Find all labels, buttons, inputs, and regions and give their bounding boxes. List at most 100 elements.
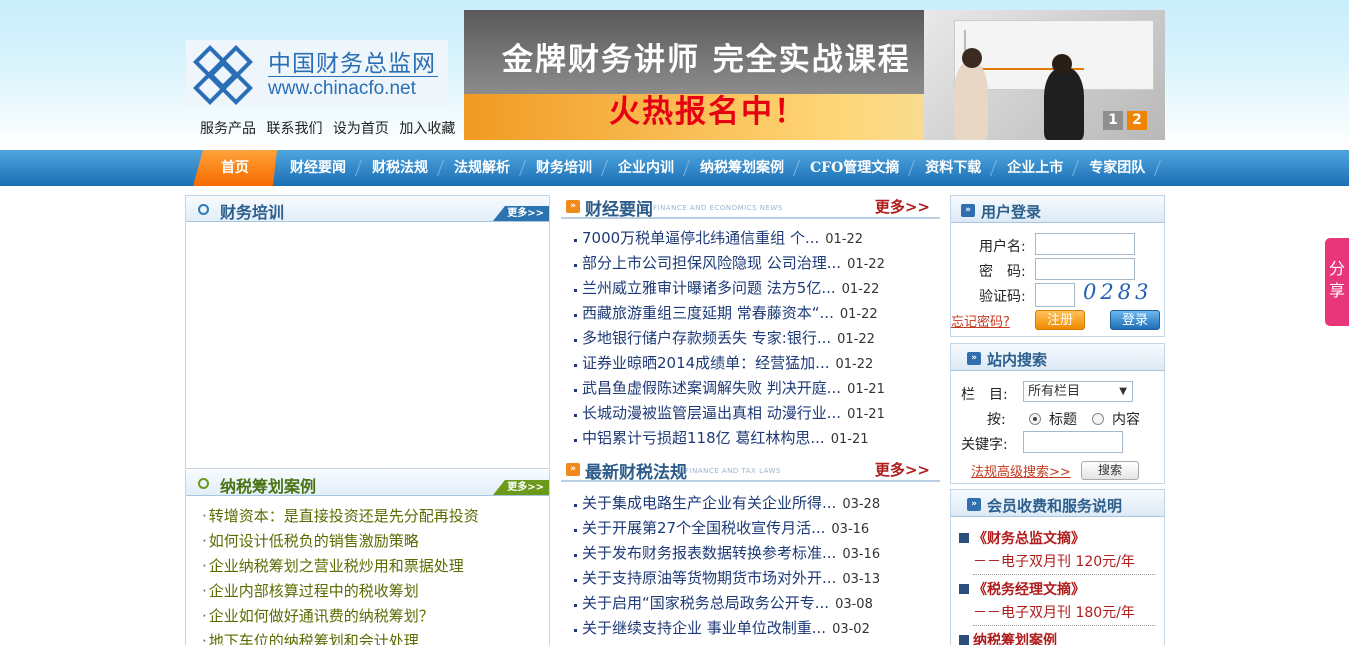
list-item[interactable]: 多地银行储户存款频丢失 专家:银行... 01-22 — [570, 326, 940, 351]
share-tab[interactable]: 分享 — [1325, 238, 1349, 326]
list-item[interactable]: 证券业晾晒2014成绩单：经营猛加... 01-22 — [570, 351, 940, 376]
list-item[interactable]: 武昌鱼虚假陈述案调解失败 判决开庭... 01-21 — [570, 376, 940, 401]
logo-knot-icon — [193, 45, 253, 105]
link-add-favorite[interactable]: 加入收藏 — [399, 121, 455, 137]
cases-more-link[interactable]: 更多>> — [493, 480, 549, 495]
column-select[interactable]: 所有栏目 ▼ — [1023, 381, 1133, 402]
nav-tax-planning-cases[interactable]: 纳税筹划案例 — [687, 150, 797, 186]
site-name-cn: 中国财务总监网 — [268, 51, 436, 77]
password-input[interactable] — [1035, 258, 1135, 280]
training-body — [186, 222, 549, 468]
training-panel: 财务培训 更多>> — [185, 195, 550, 469]
captcha-image[interactable]: 0283 — [1083, 280, 1152, 304]
double-arrow-icon: » — [566, 463, 580, 476]
list-item[interactable]: 关于集成电路生产企业有关企业所得... 03-28 — [570, 491, 940, 516]
bullet-square-icon — [959, 584, 969, 594]
banner-headline: 金牌财务讲师 完全实战课程 — [502, 42, 911, 78]
list-item[interactable]: 企业如何做好通讯费的纳税筹划？ — [202, 604, 549, 629]
list-item[interactable]: 关于发布财务报表数据转换参考标准... 03-16 — [570, 541, 940, 566]
membership-title: 会员收费和服务说明 — [987, 497, 1123, 515]
news-more-link[interactable]: 更多>> — [875, 196, 930, 217]
link-set-homepage[interactable]: 设为首页 — [333, 121, 389, 137]
list-item[interactable]: 关于启用“国家税务总局政务公开专... 03-08 — [570, 591, 940, 616]
search-button[interactable]: 搜索 — [1081, 461, 1139, 480]
link-products[interactable]: 服务产品 — [200, 121, 256, 137]
cases-title: 纳税筹划案例 — [220, 477, 317, 496]
list-item[interactable]: 部分上市公司担保风险隐现 公司治理... 01-22 — [570, 251, 940, 276]
forgot-password-link[interactable]: 忘记密码? — [951, 311, 1010, 330]
banner-page-2[interactable]: 2 — [1127, 111, 1147, 130]
list-item[interactable]: 企业纳税筹划之营业税炒用和票据处理 — [202, 554, 549, 579]
nav-law-analysis[interactable]: 法规解析 — [441, 150, 523, 186]
advanced-search-link[interactable]: 法规高级搜索>> — [971, 461, 1071, 480]
promo-banner[interactable]: 金牌财务讲师 完全实战课程 火热报名中！ 1 2 — [464, 10, 1165, 140]
site-logo[interactable]: 中国财务总监网 www.chinacfo.net — [186, 40, 448, 106]
nav-finance-news[interactable]: 财经要闻 — [277, 150, 359, 186]
search-by-title-option[interactable]: 标题 — [1029, 409, 1077, 429]
double-arrow-icon: » — [961, 204, 975, 217]
keyword-input[interactable] — [1023, 431, 1123, 453]
cases-list: 转增资本：是直接投资还是先分配再投资 如何设计低税负的销售激励策略 企业纳税筹划… — [186, 496, 549, 645]
list-item[interactable]: 如何设计低税负的销售激励策略 — [202, 529, 549, 554]
training-more-link[interactable]: 更多>> — [493, 206, 549, 221]
banner-subheadline: 火热报名中！ — [609, 94, 807, 130]
register-button[interactable]: 注册 — [1035, 310, 1085, 330]
list-item[interactable]: 西藏旅游重组三度延期 常春藤资本“... 01-22 — [570, 301, 940, 326]
membership-item-tax-planning[interactable]: 纳税筹划案例 — [959, 630, 1057, 645]
list-item[interactable]: 7000万税单逼停北纬通信重组 个... 01-22 — [570, 226, 940, 251]
membership-item-price: －－电子双月刊 120元/年 — [973, 551, 1155, 575]
news-list: 7000万税单逼停北纬通信重组 个... 01-22 部分上市公司担保风险隐现 公… — [570, 226, 940, 451]
list-item[interactable]: 兰州威立雅审计曝诸多问题 法方5亿... 01-22 — [570, 276, 940, 301]
cases-header: 纳税筹划案例 更多>> — [186, 470, 549, 496]
membership-item-tax-manager-digest[interactable]: 《税务经理文摘》 — [959, 579, 1085, 599]
news-header: » 财经要闻 FINANCE AND ECONOMICS NEWS 更多>> — [561, 195, 940, 220]
login-panel: » 用户登录 用户名: 密 码: 验证码: 0283 忘记密码? 注册 登录 — [950, 195, 1165, 337]
nav-corporate-training[interactable]: 企业内训 — [605, 150, 687, 186]
list-item[interactable]: 长城动漫被监管层逼出真相 动漫行业... 01-21 — [570, 401, 940, 426]
search-by-content-option[interactable]: 内容 — [1092, 409, 1140, 429]
membership-item-name: 纳税筹划案例 — [973, 633, 1057, 645]
banner-page-1[interactable]: 1 — [1103, 111, 1123, 130]
membership-item-name: 《财务总监文摘》 — [973, 531, 1085, 547]
list-item[interactable]: 关于继续支持企业 事业单位改制重... 03-02 — [570, 616, 940, 641]
laws-header: » 最新财税法规 FINANCE AND TAX LAWS 更多>> — [561, 458, 940, 483]
list-item[interactable]: 企业内部核算过程中的税收筹划 — [202, 579, 549, 604]
cases-panel: 纳税筹划案例 更多>> 转增资本：是直接投资还是先分配再投资 如何设计低税负的销… — [185, 470, 550, 645]
list-item[interactable]: 地下车位的纳税筹划和会计处理 — [202, 629, 549, 645]
link-contact[interactable]: 联系我们 — [266, 121, 322, 137]
membership-panel: » 会员收费和服务说明 《财务总监文摘》 －－电子双月刊 120元/年 《税务经… — [950, 489, 1165, 645]
option-title-label: 标题 — [1049, 412, 1077, 428]
search-panel: » 站内搜索 栏 目: 所有栏目 ▼ 按: 标题 内容 关键字: 法规高级搜索>… — [950, 343, 1165, 484]
nav-finance-training[interactable]: 财务培训 — [523, 150, 605, 186]
list-item[interactable]: 关于支持原油等货物期货市场对外开... 03-13 — [570, 566, 940, 591]
nav-cfo-digest[interactable]: CFO管理文摘 — [797, 150, 912, 186]
news-subtitle: FINANCE AND ECONOMICS NEWS — [653, 204, 783, 212]
login-button[interactable]: 登录 — [1110, 310, 1160, 330]
double-arrow-icon: » — [967, 352, 981, 365]
radio-checked-icon — [1029, 413, 1041, 425]
laws-subtitle: FINANCE AND TAX LAWS — [685, 467, 781, 475]
main-nav: 首页 财经要闻 财税法规 法规解析 财务培训 企业内训 纳税筹划案例 CFO管理… — [0, 150, 1349, 186]
nav-experts[interactable]: 专家团队 — [1076, 150, 1158, 186]
nav-home[interactable]: 首页 — [193, 150, 277, 186]
site-name-en: www.chinacfo.net — [268, 78, 416, 99]
nav-ipo[interactable]: 企业上市 — [994, 150, 1076, 186]
circle-bullet-icon — [198, 478, 209, 489]
membership-item-name: 《税务经理文摘》 — [973, 582, 1085, 598]
double-arrow-icon: » — [566, 200, 580, 213]
nav-downloads[interactable]: 资料下载 — [912, 150, 994, 186]
nav-tax-laws[interactable]: 财税法规 — [359, 150, 441, 186]
column-label: 栏 目: — [961, 387, 1008, 403]
laws-more-link[interactable]: 更多>> — [875, 459, 930, 480]
radio-unchecked-icon — [1092, 413, 1104, 425]
list-item[interactable]: 关于开展第27个全国税收宣传月活... 03-16 — [570, 516, 940, 541]
banner-pager: 1 2 — [1103, 111, 1147, 130]
search-header: » 站内搜索 — [951, 344, 1164, 371]
captcha-input[interactable] — [1035, 283, 1075, 307]
top-links: 服务产品 联系我们 设为首页 加入收藏 — [200, 118, 461, 138]
username-input[interactable] — [1035, 233, 1135, 255]
keyword-label: 关键字: — [961, 437, 1008, 453]
list-item[interactable]: 转增资本：是直接投资还是先分配再投资 — [202, 504, 549, 529]
list-item[interactable]: 中铝累计亏损超118亿 葛红林构思... 01-21 — [570, 426, 940, 451]
membership-item-cfo-digest[interactable]: 《财务总监文摘》 — [959, 528, 1085, 548]
